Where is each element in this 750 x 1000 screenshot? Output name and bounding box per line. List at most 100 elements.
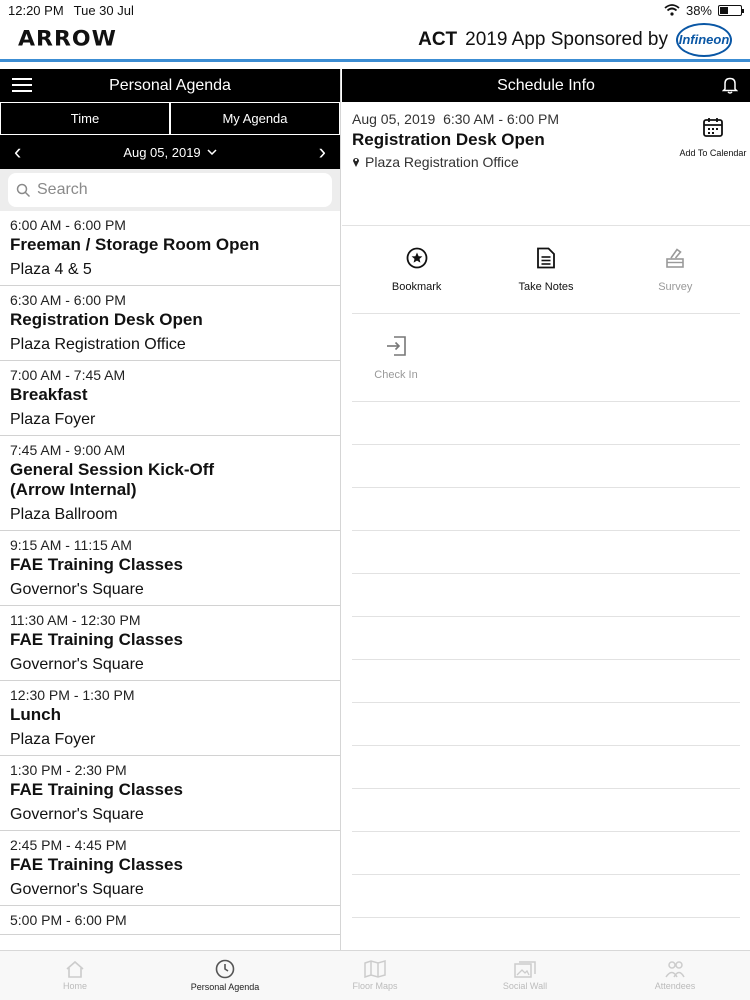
item-title: FAE Training Classes (10, 780, 183, 799)
add-to-calendar-button[interactable]: Add To Calendar (678, 116, 748, 158)
tab-personal-agenda-label: Personal Agenda (190, 982, 260, 992)
tab-personal-agenda[interactable]: Personal Agenda (150, 951, 300, 1000)
event-actions: Bookmark Take Notes Survey (352, 226, 740, 314)
list-item[interactable]: 5:00 PM - 6:00 PM (0, 906, 340, 935)
item-title: FAE Training Classes (10, 630, 183, 649)
tab-floor-maps-label: Floor Maps (352, 981, 398, 991)
social-wall-icon (514, 961, 536, 978)
search-placeholder: Search (37, 181, 88, 198)
status-bar: 12:20 PM Tue 30 Jul 38% (0, 0, 750, 20)
search-icon (16, 183, 31, 197)
item-title: Freeman / Storage Room Open (10, 235, 260, 254)
personal-agenda-pane: Personal Agenda Time My Agenda ‹ Aug 05,… (0, 69, 341, 950)
tab-attendees-label: Attendees (654, 981, 696, 991)
check-in-label: Check In (374, 368, 418, 381)
tab-social-wall-label: Social Wall (502, 981, 548, 991)
search-input[interactable]: Search (8, 173, 332, 207)
tab-time[interactable]: Time (0, 102, 170, 135)
battery-percent: 38% (685, 2, 712, 18)
attendees-icon (665, 961, 685, 978)
take-notes-button[interactable]: Take Notes (481, 226, 610, 313)
item-location: Plaza 4 & 5 (10, 261, 92, 278)
map-icon (364, 960, 386, 978)
left-title: Personal Agenda (109, 76, 231, 94)
sponsor-text: 2019 App Sponsored by (465, 28, 668, 50)
tab-attendees[interactable]: Attendees (600, 951, 750, 1000)
tab-home-label: Home (62, 981, 87, 991)
list-item[interactable]: 11:30 AM - 12:30 PM FAE Training Classes… (0, 606, 340, 681)
battery-icon (718, 4, 744, 16)
schedule-info-pane: Schedule Info Aug 05, 2019 6:30 AM - 6:0… (342, 69, 750, 950)
status-time: 12:20 PM (8, 2, 64, 18)
event-actions-row-2: Check In (352, 314, 740, 402)
bell-icon[interactable] (722, 76, 738, 94)
date-selector: ‹ Aug 05, 2019 › (0, 135, 340, 169)
list-item[interactable]: 2:45 PM - 4:45 PM FAE Training Classes G… (0, 831, 340, 906)
item-time: 2:45 PM - 4:45 PM (10, 837, 127, 853)
tab-social-wall[interactable]: Social Wall (450, 951, 600, 1000)
chevron-left-icon[interactable]: ‹ (14, 141, 21, 163)
chevron-down-icon (207, 149, 217, 155)
right-title: Schedule Info (497, 76, 595, 94)
event-details: Aug 05, 2019 6:30 AM - 6:00 PM Registrat… (342, 102, 750, 226)
take-notes-label: Take Notes (518, 280, 574, 293)
item-location: Governor's Square (10, 806, 144, 823)
status-date: Tue 30 Jul (73, 2, 134, 18)
chevron-right-icon[interactable]: › (319, 141, 326, 163)
right-header: Schedule Info (342, 69, 750, 102)
list-item[interactable]: 7:00 AM - 7:45 AM Breakfast Plaza Foyer (0, 361, 340, 436)
tab-home[interactable]: Home (0, 951, 150, 1000)
item-title: FAE Training Classes (10, 855, 183, 874)
item-location: Plaza Registration Office (10, 336, 186, 353)
clock-icon (215, 959, 235, 979)
home-icon (66, 960, 84, 978)
list-item[interactable]: 6:00 AM - 6:00 PM Freeman / Storage Room… (0, 211, 340, 286)
item-time: 6:30 AM - 6:00 PM (10, 292, 126, 308)
wifi-icon (664, 4, 680, 16)
item-time: 1:30 PM - 2:30 PM (10, 762, 127, 778)
sponsor-act: ACT (418, 28, 458, 50)
list-item[interactable]: 12:30 PM - 1:30 PM Lunch Plaza Foyer (0, 681, 340, 756)
item-time: 7:00 AM - 7:45 AM (10, 367, 126, 383)
survey-label: Survey (658, 280, 693, 293)
location-pin-icon (353, 158, 359, 167)
bookmark-star-icon (406, 247, 428, 268)
search-bar: Search (0, 169, 340, 211)
agenda-list: 6:00 AM - 6:00 PM Freeman / Storage Room… (0, 211, 340, 935)
list-item[interactable]: 7:45 AM - 9:00 AM General Session Kick-O… (0, 436, 340, 531)
item-title: FAE Training Classes (10, 555, 183, 574)
item-time: 11:30 AM - 12:30 PM (10, 612, 141, 628)
left-header: Personal Agenda (0, 69, 340, 102)
check-in-icon (387, 335, 406, 356)
item-time: 5:00 PM - 6:00 PM (10, 912, 127, 928)
agenda-toggle: Time My Agenda (0, 102, 340, 135)
list-item[interactable]: 1:30 PM - 2:30 PM FAE Training Classes G… (0, 756, 340, 831)
item-title: General Session Kick-Off (Arrow Internal… (10, 460, 215, 499)
bookmark-button[interactable]: Bookmark (352, 226, 481, 313)
item-title: Breakfast (10, 385, 88, 404)
list-item[interactable]: 9:15 AM - 11:15 AM FAE Training Classes … (0, 531, 340, 606)
empty-rows (352, 402, 740, 950)
brand-bar: ARROW ACT 2019 App Sponsored by Infineon (0, 20, 750, 62)
bookmark-label: Bookmark (391, 280, 442, 293)
item-time: 12:30 PM - 1:30 PM (10, 687, 135, 703)
event-location-text: Plaza Registration Office (365, 154, 519, 170)
list-item[interactable]: 6:30 AM - 6:00 PM Registration Desk Open… (0, 286, 340, 361)
add-to-calendar-label: Add To Calendar (679, 148, 747, 158)
tab-floor-maps[interactable]: Floor Maps (300, 951, 450, 1000)
menu-icon[interactable] (12, 78, 32, 92)
check-in-button[interactable]: Check In (352, 314, 440, 401)
item-location: Governor's Square (10, 581, 144, 598)
item-title: Registration Desk Open (10, 310, 203, 329)
survey-button[interactable]: Survey (611, 226, 740, 313)
sponsor-banner: ACT 2019 App Sponsored by Infineon (418, 22, 732, 57)
infineon-logo: Infineon (676, 22, 732, 57)
item-time: 9:15 AM - 11:15 AM (10, 537, 132, 553)
item-location: Governor's Square (10, 656, 144, 673)
arrow-logo: ARROW (18, 27, 117, 52)
item-time: 6:00 AM - 6:00 PM (10, 217, 126, 233)
calendar-icon (703, 118, 723, 137)
tab-my-agenda[interactable]: My Agenda (170, 102, 340, 135)
bottom-tab-bar: Home Personal Agenda Floor Maps Social W… (0, 950, 750, 1000)
date-dropdown[interactable]: Aug 05, 2019 (21, 145, 318, 160)
